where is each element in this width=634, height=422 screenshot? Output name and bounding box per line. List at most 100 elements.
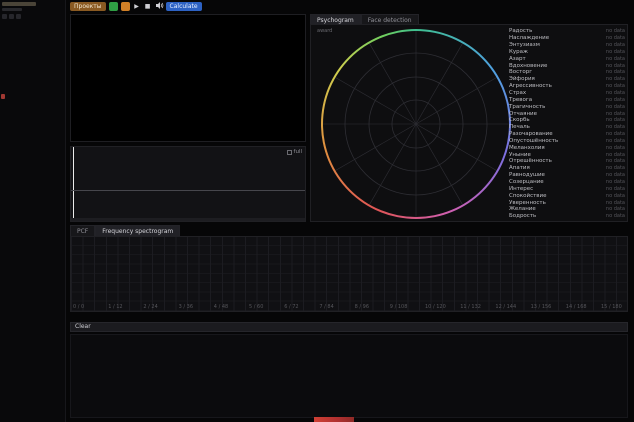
emotion-row: Равнодушие no data [509, 172, 625, 179]
sidebar-icon[interactable] [2, 14, 7, 19]
start-record-button[interactable] [109, 2, 118, 11]
emotion-value: no data [606, 213, 625, 219]
emotion-row: Желаниеno data [509, 206, 625, 213]
emotion-row: Опустошённостьno data [509, 138, 625, 145]
emotion-value: no data [606, 186, 625, 192]
emotion-value: no data [606, 42, 625, 48]
play-icon[interactable]: ▶ [133, 2, 141, 11]
emotion-label: Опустошённость [509, 138, 558, 144]
emotion-value: no data [606, 56, 625, 62]
results-panel [70, 334, 628, 418]
axis-tick: 9 / 108 [390, 304, 408, 310]
axis-tick: 3 / 36 [179, 304, 193, 310]
emotion-value: no data [606, 145, 625, 151]
emotion-value: no data [606, 117, 625, 123]
emotion-row: Бодростьno data [509, 213, 625, 220]
emotion-row: Энтузиазм no data [509, 42, 625, 49]
emotion-row: Уверенностьno data [509, 199, 625, 206]
axis-tick: 15 / 180 [601, 304, 622, 310]
emotion-label: Кураж [509, 49, 528, 55]
emotion-row: Азарт no data [509, 55, 625, 62]
emotion-row: Меланхолия no data [509, 144, 625, 151]
sidebar-item[interactable] [2, 2, 36, 6]
psychogram-radar-grid [321, 29, 511, 219]
emotion-label: Отрешённость [509, 158, 552, 164]
emotion-row: Эйфорияno data [509, 76, 625, 83]
sidebar-item[interactable] [2, 8, 22, 11]
stop-icon[interactable]: ■ [144, 2, 152, 11]
emotion-row: Разочарованиеno data [509, 131, 625, 138]
emotion-value: no data [606, 152, 625, 158]
emotion-label: Интерес [509, 186, 533, 192]
emotion-label: Созерцание [509, 179, 544, 185]
emotion-label: Разочарование [509, 131, 553, 137]
emotion-label: Азарт [509, 56, 526, 62]
emotion-value: no data [606, 63, 625, 69]
axis-tick: 11 / 132 [460, 304, 481, 310]
emotion-row: Тревога no data [509, 96, 625, 103]
emotion-value: no data [606, 69, 625, 75]
clear-button[interactable]: Clear [70, 322, 628, 332]
audio-waveform-panel[interactable]: full [70, 146, 306, 222]
emotion-label: Уныние [509, 152, 531, 158]
full-checkbox-label: full [294, 149, 302, 155]
emotion-label: Трагичность [509, 104, 545, 110]
emotion-row: Отчаяние no data [509, 110, 625, 117]
axis-tick: 8 / 96 [355, 304, 369, 310]
emotion-value: no data [606, 111, 625, 117]
emotion-value: no data [606, 193, 625, 199]
full-checkbox[interactable] [287, 150, 292, 155]
emotion-row: Наслаждениеno data [509, 35, 625, 42]
emotion-row: Отрешённость no data [509, 158, 625, 165]
emotion-row: Уныние no data [509, 151, 625, 158]
emotion-label: Агрессивность [509, 83, 552, 89]
playhead[interactable] [73, 147, 74, 221]
emotion-label: Тревога [509, 97, 532, 103]
emotion-label: Желание [509, 206, 536, 212]
emotion-value: no data [606, 158, 625, 164]
emotion-value: no data [606, 49, 625, 55]
record-indicator [1, 94, 5, 99]
emotion-list: Радостьno dataНаслаждениеno dataЭнтузиаз… [509, 28, 625, 220]
emotion-row: Радостьno data [509, 28, 625, 35]
waveform-baseline [71, 190, 305, 191]
emotion-label: Энтузиазм [509, 42, 540, 48]
left-sidebar [0, 0, 66, 422]
emotion-value: no data [606, 179, 625, 185]
emotion-row: Вдохновение no data [509, 62, 625, 69]
pause-record-button[interactable] [121, 2, 130, 11]
emotion-row: Созерцание no data [509, 179, 625, 186]
frequency-spectrogram[interactable]: 0 / 01 / 122 / 243 / 364 / 485 / 606 / 7… [70, 236, 628, 312]
emotion-value: no data [606, 172, 625, 178]
emotion-row: Печаль no data [509, 124, 625, 131]
emotion-label: Радость [509, 28, 532, 34]
sidebar-icon[interactable] [16, 14, 21, 19]
sidebar-icon[interactable] [9, 14, 14, 19]
emotion-label: Печаль [509, 124, 530, 130]
speaker-icon[interactable] [155, 1, 163, 13]
emotion-label: Спокойствие [509, 193, 547, 199]
projects-button[interactable]: Проекты [70, 2, 106, 11]
emotion-value: no data [606, 97, 625, 103]
emotion-value: no data [606, 124, 625, 130]
calculate-button[interactable]: Calculate [166, 2, 202, 11]
emotion-label: Равнодушие [509, 172, 545, 178]
emotion-label: Отчаяние [509, 111, 537, 117]
emotion-row: Восторг no data [509, 69, 625, 76]
emotion-label: Вдохновение [509, 63, 547, 69]
axis-tick: 12 / 144 [495, 304, 516, 310]
emotion-value: no data [606, 83, 625, 89]
waveform-scrollbar[interactable] [71, 218, 305, 221]
axis-tick: 7 / 84 [319, 304, 333, 310]
emotion-label: Меланхолия [509, 145, 545, 151]
axis-tick: 4 / 48 [214, 304, 228, 310]
axis-tick: 1 / 12 [108, 304, 122, 310]
emotion-label: Восторг [509, 69, 532, 75]
emotion-row: Спокойствие no data [509, 192, 625, 199]
emotion-value: no data [606, 90, 625, 96]
axis-tick: 10 / 120 [425, 304, 446, 310]
axis-tick: 13 / 156 [531, 304, 552, 310]
emotion-row: Страхno data [509, 90, 625, 97]
emotion-row: Агрессивность no data [509, 83, 625, 90]
emotion-label: Наслаждение [509, 35, 549, 41]
